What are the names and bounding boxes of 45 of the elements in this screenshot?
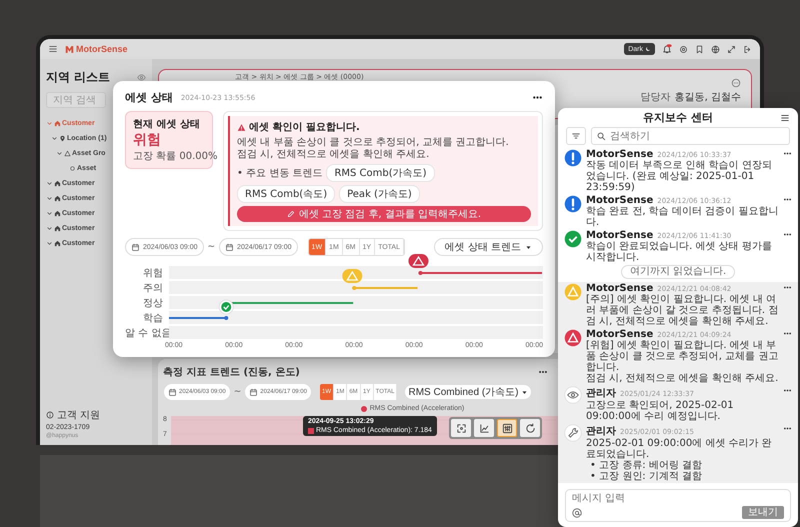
message-sender: 관리자	[586, 425, 616, 438]
alert-text: 에셋 내 부품 손상이 클 것으로 추정되어, 교체를 권고합니다. 점검 시, 전체적으로 에셋을 확인해 주세요.	[237, 137, 510, 161]
view-dropdown[interactable]: 에셋 상태 트렌드	[434, 238, 543, 256]
message-sender: MotorSense	[586, 149, 654, 160]
alert-title: 에셋 확인이 필요합니다.	[249, 121, 360, 134]
message-text: [주의] 에셋 확인이 필요합니다. 에셋 내 여러 부품에 손상이 갈 것으로 추정됩니다. 점검 시, 전체적으로 에셋을 확인해 주세요.	[586, 294, 779, 327]
message-text: 작동 데이터 부족으로 인해 학습이 연장되었습니다. (완료 예상일: 2025-01-01 23:59:59)	[586, 160, 773, 193]
card-title: 측정 지표 트렌드 (진동, 온도)	[163, 366, 300, 379]
message-sender: MotorSense	[586, 230, 654, 241]
message-bullet: • 고장 종류: 베어링 결함	[590, 460, 703, 471]
search-field[interactable]: 지역 검색	[46, 92, 106, 108]
read-marker: 여기까지 읽었습니다.	[620, 265, 736, 279]
message-bullet: • 고장 원인: 기계적 결함	[590, 471, 703, 482]
message-sender: 관리자	[586, 387, 616, 400]
manager-names: 홍길동, 김철수	[674, 91, 741, 104]
trend-chip[interactable]: Peak (가속도)	[339, 185, 420, 203]
trend-chip[interactable]: RMS Comb(가속도)	[326, 164, 435, 182]
metric-dropdown[interactable]: RMS Combined (가속도)	[404, 384, 532, 400]
sidebar-title: 지역 리스트	[46, 69, 110, 86]
row-label: 학습	[142, 312, 164, 324]
trend-chip[interactable]: RMS Comb(속도)	[237, 185, 336, 203]
row-label: 주의	[142, 282, 164, 294]
message-sender: MotorSense	[586, 195, 654, 206]
panel-title: 유지보수 센터	[643, 110, 713, 124]
failure-probability: 고장 확률 00.00%	[133, 150, 218, 163]
row-label: 정상	[142, 296, 164, 310]
message-text: 학습 완료 전, 학습 데이터 검증이 필요합니다.	[586, 206, 779, 228]
message-sender: MotorSense	[586, 283, 654, 294]
report-button[interactable]: 에셋 고장 점검 후, 결과를 입력해주세요.	[237, 206, 531, 222]
message-sender: MotorSense	[586, 329, 654, 340]
message-text: [위험] 에셋 확인이 필요합니다. 에셋 내 부품 손상이 클 것으로 추정되어, 교체를 권고합니다. 점검 시, 전체적으로 에셋을 확인해 주세요.	[586, 340, 779, 384]
message-text: 2025-02-01 09:00:00에 에셋 수리가 완료되었습니다.	[586, 438, 773, 460]
manager-label: 담당자	[640, 91, 671, 104]
row-label: 위험	[142, 266, 164, 280]
trend-label: • 주요 변동 트렌드	[237, 167, 322, 180]
status-label: 현재 에셋 상태	[133, 118, 201, 131]
support-label[interactable]: 고객 지원	[57, 408, 100, 422]
card-title: 에셋 상태	[125, 90, 173, 105]
message-text: 고장으로 확인되어, 2025-02-01 09:00:00에 수리 예정입니다.	[586, 400, 735, 422]
date-separator: ~	[234, 387, 242, 397]
status-value: 위험	[133, 131, 161, 149]
date-separator: ~	[208, 242, 216, 252]
app-name: MotorSense	[76, 44, 128, 54]
message-text: 학습이 완료되었습니다. 에셋 상태 평가를 시작합니다.	[586, 241, 773, 263]
search-field[interactable]: 검색하기	[591, 127, 790, 145]
